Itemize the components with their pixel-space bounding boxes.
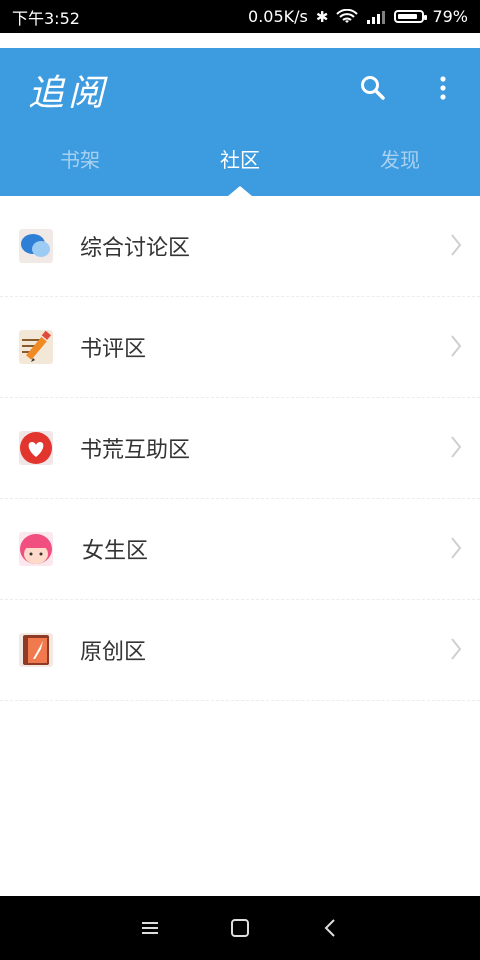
tab-community[interactable]: 社区 — [160, 140, 320, 196]
list-item-label: 书评区 — [80, 337, 147, 362]
home-square-icon — [231, 919, 249, 937]
search-icon — [361, 76, 385, 100]
more-options-button[interactable] — [423, 68, 463, 108]
list-item-original[interactable]: 原创区 — [0, 600, 480, 701]
community-list: 综合讨论区 书评区 书荒互助区 女生区 原创区 — [0, 196, 480, 701]
signal-icon — [367, 10, 386, 24]
menu-button[interactable] — [105, 896, 195, 960]
search-button[interactable] — [353, 68, 393, 108]
list-item-girls[interactable]: 女生区 — [0, 499, 480, 600]
status-bar: 下午3:52 0.05K/s ✱ 79% — [0, 0, 480, 33]
bluetooth-icon: ✱ — [315, 7, 329, 26]
network-speed: 0.05K/s — [248, 7, 308, 26]
tab-discover[interactable]: 发现 — [320, 140, 480, 196]
battery-percent: 79% — [432, 7, 468, 26]
chat-bubbles-icon — [19, 229, 53, 263]
chevron-right-icon — [451, 436, 462, 458]
chevron-right-icon — [451, 537, 462, 559]
status-time: 下午3:52 — [12, 8, 80, 28]
wifi-icon — [336, 8, 359, 23]
list-item-book-reviews[interactable]: 书评区 — [0, 297, 480, 398]
list-item-label: 女生区 — [82, 539, 149, 564]
list-item-label: 书荒互助区 — [80, 438, 191, 463]
system-nav-bar — [0, 896, 480, 960]
battery-icon — [394, 10, 428, 23]
list-item-label: 综合讨论区 — [80, 236, 191, 261]
back-chevron-icon — [324, 919, 335, 937]
list-item-general-discussion[interactable]: 综合讨论区 — [0, 196, 480, 297]
chevron-right-icon — [451, 335, 462, 357]
heart-icon — [19, 431, 53, 465]
book-quill-icon — [19, 633, 53, 667]
girl-face-icon — [19, 532, 53, 566]
list-item-book-help[interactable]: 书荒互助区 — [0, 398, 480, 499]
tab-bar: 书架 社区 发现 — [0, 140, 480, 196]
chevron-right-icon — [451, 234, 462, 256]
app-title: 追阅 — [28, 73, 109, 114]
home-button[interactable] — [195, 896, 285, 960]
back-button[interactable] — [285, 896, 375, 960]
list-item-label: 原创区 — [80, 640, 147, 665]
pencil-note-icon — [19, 330, 53, 364]
status-indicators: 0.05K/s ✱ 79% — [248, 7, 468, 26]
more-vertical-icon — [440, 76, 446, 100]
app-bar: 追阅 书架 社区 发现 — [0, 48, 480, 196]
menu-icon — [142, 922, 158, 934]
tab-bookshelf[interactable]: 书架 — [0, 140, 160, 196]
chevron-right-icon — [451, 638, 462, 660]
